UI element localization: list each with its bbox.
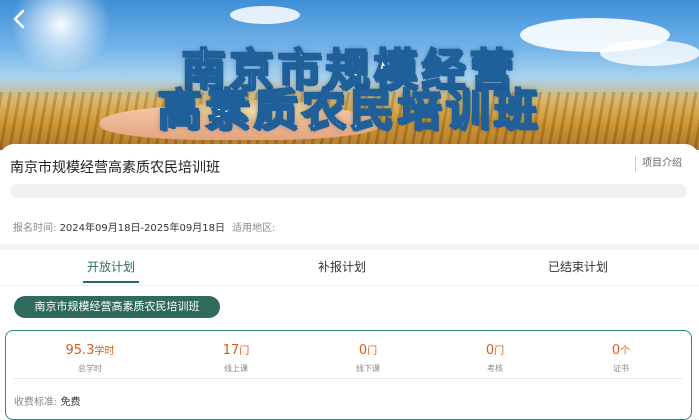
stat-certificates: 0个 证书 bbox=[576, 339, 666, 374]
stat-unit: 个 bbox=[620, 346, 631, 357]
stat-assessments: 0门 考核 bbox=[450, 339, 540, 374]
fee-info: 收费标准: 免费 bbox=[14, 393, 81, 408]
signup-dates: 2024年09月18日-2025年09月18日 bbox=[59, 223, 225, 234]
stat-label: 考核 bbox=[487, 364, 503, 373]
stat-label: 证书 bbox=[613, 364, 629, 373]
signup-label: 报名时间: bbox=[13, 223, 57, 234]
stat-label: 线上课 bbox=[224, 364, 248, 373]
stat-value: 0 bbox=[611, 343, 621, 358]
plan-tabs: 开放计划 补报计划 已结束计划 bbox=[0, 250, 699, 286]
stat-online-courses: 17门 线上课 bbox=[191, 339, 281, 374]
stat-label: 总学时 bbox=[78, 364, 102, 373]
project-intro-link[interactable]: 项目介绍 bbox=[635, 156, 682, 172]
banner-image: 南京市规模经营 高素质农民培训班 bbox=[0, 0, 699, 150]
stat-label: 线下课 bbox=[356, 364, 380, 373]
stat-value: 17 bbox=[222, 343, 240, 358]
back-button[interactable] bbox=[8, 8, 30, 30]
stat-total-hours: 95.3学时 总学时 bbox=[45, 339, 135, 374]
plan-content: 南京市规模经营高素质农民培训班 95.3学时 总学时 17门 线上课 0门 线下… bbox=[0, 286, 699, 420]
tab-supplementary-plan[interactable]: 补报计划 bbox=[307, 250, 377, 285]
stat-value: 0 bbox=[358, 343, 368, 358]
stat-unit: 学时 bbox=[94, 346, 115, 357]
plan-stats-card[interactable]: 95.3学时 总学时 17门 线上课 0门 线下课 0门 考核 0个 证书 收费… bbox=[5, 330, 692, 420]
plan-name-badge[interactable]: 南京市规模经营高素质农民培训班 bbox=[14, 296, 220, 318]
banner-title-line2: 高素质农民培训班 bbox=[157, 84, 542, 137]
chevron-left-icon bbox=[13, 9, 25, 29]
fee-value: 免费 bbox=[60, 397, 81, 408]
stat-unit: 门 bbox=[494, 346, 505, 357]
description-placeholder bbox=[10, 184, 687, 198]
signup-info: 报名时间: 2024年09月18日-2025年09月18日 适用地区: bbox=[13, 219, 276, 234]
divider bbox=[14, 378, 683, 379]
course-info-card: 南京市规模经营高素质农民培训班 项目介绍 报名时间: 2024年09月18日-2… bbox=[0, 144, 699, 244]
stat-unit: 门 bbox=[367, 346, 378, 357]
course-title: 南京市规模经营高素质农民培训班 bbox=[10, 160, 220, 176]
stat-value: 95.3 bbox=[65, 343, 95, 358]
stat-value: 0 bbox=[485, 343, 495, 358]
fee-label: 收费标准: bbox=[14, 397, 58, 408]
stat-unit: 门 bbox=[239, 346, 250, 357]
cloud bbox=[230, 6, 300, 24]
tab-ended-plan[interactable]: 已结束计划 bbox=[539, 250, 617, 285]
region-label: 适用地区: bbox=[232, 223, 276, 234]
tab-open-plan[interactable]: 开放计划 bbox=[80, 250, 142, 285]
stat-offline-courses: 0门 线下课 bbox=[323, 339, 413, 374]
